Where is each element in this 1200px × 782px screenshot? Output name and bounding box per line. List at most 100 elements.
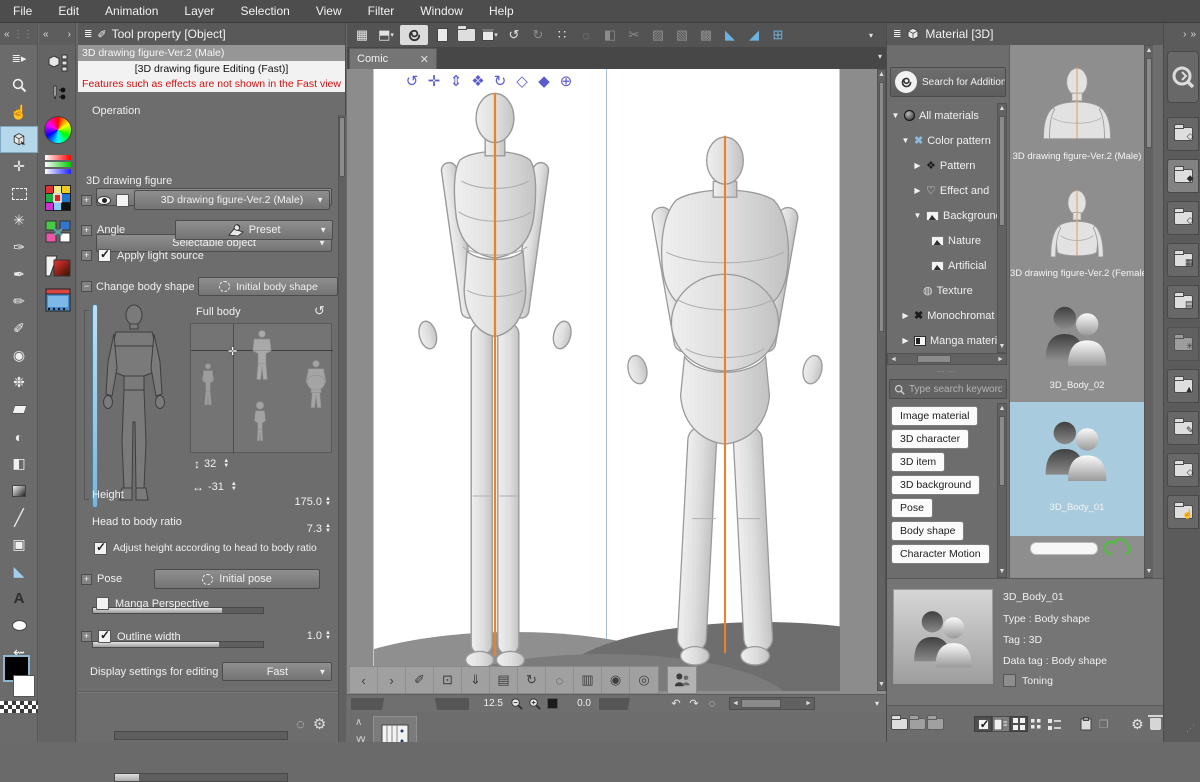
zoom-out-icon[interactable]	[507, 696, 525, 711]
material-list-scrollbar[interactable]: ▲ ▼	[1144, 45, 1153, 578]
menu-layer[interactable]: Layer	[171, 4, 227, 18]
tool-selection[interactable]	[0, 180, 38, 207]
zoom-slider-right[interactable]	[409, 698, 469, 710]
scale-rotate-icon[interactable]: ▨	[648, 25, 668, 45]
scroll-down-icon[interactable]: ▼	[878, 680, 885, 690]
outline-width-checkbox[interactable]	[98, 630, 111, 643]
reset-rotation-icon[interactable]: ◌	[703, 696, 721, 711]
stepper-icon[interactable]: ▲▼	[325, 631, 331, 641]
tool-move-layer[interactable]: ✛	[0, 153, 38, 180]
overflow-icon[interactable]: ▾	[861, 25, 881, 45]
outline-width-slider[interactable]	[114, 773, 288, 782]
stepper-icon[interactable]: ▲▼	[231, 482, 237, 492]
tree-horizontal-scrollbar[interactable]: ◄►	[887, 353, 1007, 365]
collapse-icon[interactable]: «	[43, 29, 49, 40]
stepper-icon[interactable]: ▲▼	[223, 459, 229, 469]
expand-plus-icon[interactable]: +	[81, 631, 92, 642]
thumbnail-label-view-icon[interactable]	[992, 716, 1010, 732]
launcher-joint-right-icon[interactable]: ◎	[630, 667, 658, 693]
tool-blend[interactable]: ◐	[0, 423, 38, 450]
manga-perspective-checkbox[interactable]	[96, 597, 109, 610]
tree-item-nature[interactable]: Nature	[887, 228, 997, 253]
vertical-offset-value[interactable]: 32	[204, 458, 216, 470]
scroll-right-icon[interactable]: ►	[803, 700, 814, 707]
transparent-color-swatch[interactable]	[0, 701, 38, 713]
height-value[interactable]: 175.0	[290, 496, 322, 508]
tool-frame-border[interactable]: ▣	[0, 531, 38, 558]
tree-scrollbar[interactable]: ▲ ▼	[997, 103, 1007, 353]
object-rotate-icon[interactable]: ↻	[489, 70, 511, 92]
menu-file[interactable]: File	[0, 4, 45, 18]
tab-overflow-icon[interactable]: ▾	[878, 52, 882, 61]
tree-item-texture[interactable]: ◍Texture	[887, 278, 997, 303]
panel-menu-icon[interactable]: ≣	[893, 29, 901, 40]
scroll-left-icon[interactable]: ◄	[730, 700, 741, 707]
tag-3d-item[interactable]: 3D item	[891, 452, 945, 472]
settings-gear-icon[interactable]: ⚙	[1129, 716, 1147, 732]
panel-menu-icon[interactable]: ≣	[84, 29, 92, 40]
tab-edit-material[interactable]: ✎	[1167, 411, 1199, 445]
tool-text[interactable]: A	[0, 585, 38, 612]
menu-animation[interactable]: Animation	[92, 4, 171, 18]
tool-pen[interactable]: ✒	[0, 261, 38, 288]
figure-heavy[interactable]	[627, 116, 823, 686]
stepper-icon[interactable]: ▲▼	[325, 497, 331, 507]
fit-to-screen-icon[interactable]	[543, 696, 561, 711]
color-set-icon[interactable]	[39, 181, 76, 215]
paste-material-icon[interactable]	[1077, 716, 1095, 732]
launcher-flip-pose-icon[interactable]: ↻	[518, 667, 546, 693]
folder-move-icon[interactable]	[927, 716, 945, 732]
collapse-down-icon[interactable]: ∨∨	[355, 734, 364, 742]
camera-zoom-icon[interactable]: ⇕	[445, 70, 467, 92]
launcher-focus-icon[interactable]: ⊡	[434, 667, 462, 693]
menu-window[interactable]: Window	[407, 4, 476, 18]
figure-checkbox[interactable]	[116, 194, 129, 207]
snap-grid-icon[interactable]: ⊞	[768, 25, 788, 45]
initial-pose-button[interactable]: Initial pose	[154, 569, 320, 589]
body-shape-pad[interactable]: ✛	[190, 323, 332, 453]
tab-3d-figure[interactable]: ◆	[1167, 159, 1199, 193]
camera-pan-icon[interactable]: ✛	[423, 70, 445, 92]
menu-filter[interactable]: Filter	[355, 4, 408, 18]
scroll-up-icon[interactable]: ▲	[878, 70, 885, 80]
undo-icon[interactable]: ↺	[504, 25, 524, 45]
rotate-left-icon[interactable]: ↶	[667, 696, 685, 711]
tool-property-palette-icon[interactable]	[39, 79, 76, 113]
tab-pose-material[interactable]: ☝	[1167, 495, 1199, 529]
tool-settings-icon[interactable]: ✐	[97, 28, 106, 41]
tab-monochrome-pattern[interactable]: ▦	[1167, 243, 1199, 277]
background-color-swatch[interactable]	[13, 675, 35, 697]
deselect-icon[interactable]: ∷	[552, 25, 572, 45]
tablet-mode-icon[interactable]: ⬒▾	[376, 25, 396, 45]
material-item-male[interactable]: 3D drawing figure-Ver.2 (Male)	[1010, 45, 1144, 170]
color-slider-icon[interactable]	[39, 147, 76, 181]
menu-view[interactable]: View	[303, 4, 355, 18]
stepper-icon[interactable]: ▲▼	[325, 524, 331, 534]
color-wheel-icon[interactable]	[39, 113, 76, 147]
page-thumbnail-button[interactable]	[373, 716, 417, 742]
intermediate-color-icon[interactable]	[39, 215, 76, 249]
save-file-icon[interactable]: ▾	[480, 25, 500, 45]
outline-width-value[interactable]: 1.0	[290, 630, 322, 642]
height-indicator-bar[interactable]	[92, 304, 98, 508]
redo-icon[interactable]: ↻	[528, 25, 548, 45]
search-additional-button[interactable]: Search for Additional Materials	[890, 67, 1006, 97]
reset-icon[interactable]: ↺	[314, 303, 325, 319]
tool-eraser[interactable]	[0, 396, 38, 423]
workspace-grid-icon[interactable]: ▦	[352, 25, 372, 45]
camera-rotate-icon[interactable]: ↺	[401, 70, 423, 92]
launcher-pose-register-icon[interactable]: ▤	[490, 667, 518, 693]
collapse-minus-icon[interactable]: −	[81, 281, 92, 292]
tag-pose[interactable]: Pose	[891, 498, 933, 518]
object-snap-ground-icon[interactable]: ◆	[533, 70, 555, 92]
display-settings-dropdown[interactable]: Fast▼	[222, 662, 332, 681]
tool-property-scrollbar[interactable]	[338, 115, 346, 742]
figure-male[interactable]	[410, 83, 580, 685]
collapse-icon[interactable]: «	[4, 29, 10, 40]
material-item-body01-selected[interactable]: 3D_Body_01	[1010, 402, 1144, 536]
new-file-icon[interactable]	[432, 25, 452, 45]
tool-ruler[interactable]: ◣	[0, 558, 38, 585]
tool-auto-select[interactable]: ✳	[0, 207, 38, 234]
mesh-transform-icon[interactable]: ▧	[672, 25, 692, 45]
tag-3d-character[interactable]: 3D character	[891, 429, 969, 449]
